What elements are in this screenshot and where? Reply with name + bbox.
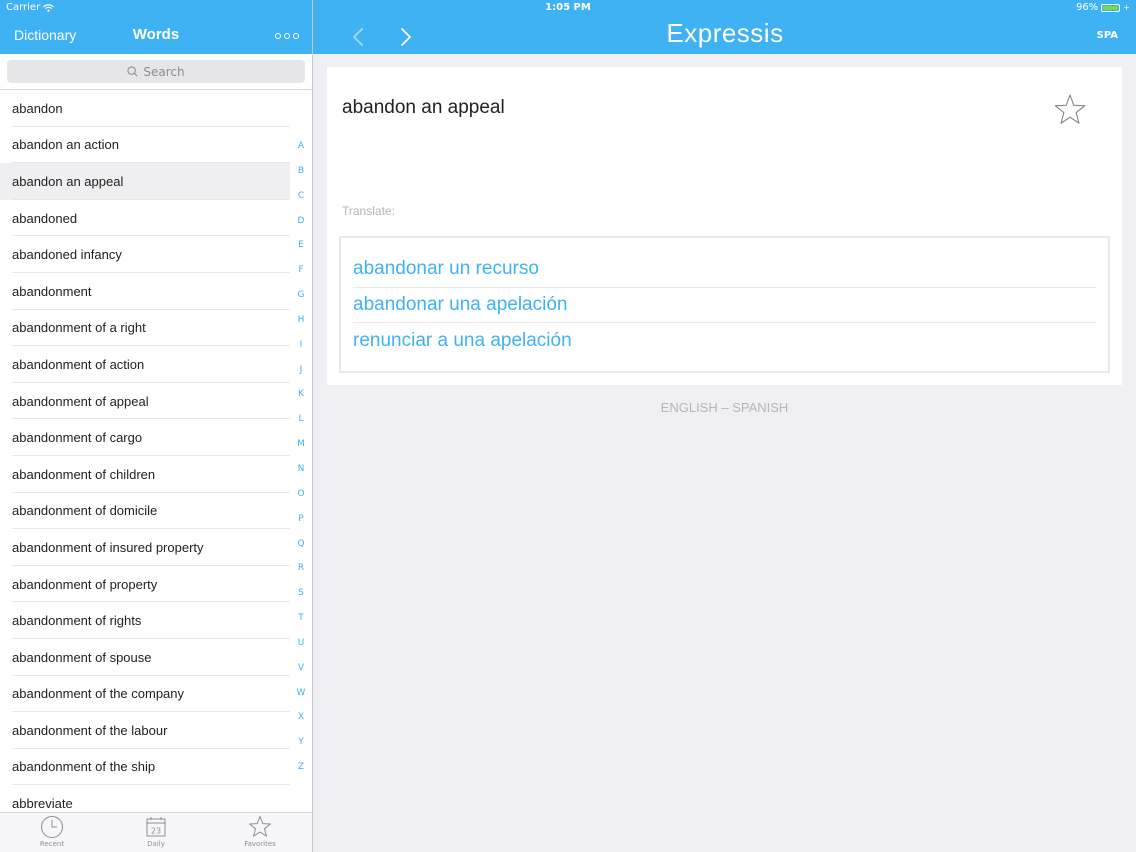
word-list-item[interactable]: abandonment: [0, 273, 290, 310]
word-list-item[interactable]: abandonment of rights: [0, 602, 290, 639]
word-list-item[interactable]: abandon an appeal: [0, 163, 290, 200]
favorite-star-icon[interactable]: [1053, 93, 1087, 127]
more-button[interactable]: [275, 28, 301, 44]
alphabet-index[interactable]: ABCDEFGHIJKLMNOPQRSTUVWXYZ: [292, 134, 310, 780]
alphabet-index-letter[interactable]: L: [292, 407, 310, 432]
tab-daily[interactable]: 23 Daily: [116, 813, 196, 852]
word-list-item[interactable]: abandonment of the ship: [0, 749, 290, 786]
search-placeholder: Search: [143, 64, 185, 79]
detail-card: abandon an appeal Translate: abandonar u…: [327, 67, 1122, 385]
dictionary-button[interactable]: Dictionary: [14, 27, 76, 43]
alphabet-index-letter[interactable]: H: [292, 308, 310, 333]
navigation-bar: Carrier 1:05 PM 96% + Dictionary Words E…: [0, 0, 1136, 54]
alphabet-index-letter[interactable]: K: [292, 382, 310, 407]
more-dot-icon: [284, 33, 290, 39]
battery-percent: 96%: [1076, 2, 1099, 13]
alphabet-index-letter[interactable]: E: [292, 233, 310, 258]
word-list-item[interactable]: abandonment of action: [0, 346, 290, 383]
alphabet-index-letter[interactable]: V: [292, 656, 310, 681]
word-list-item[interactable]: abandonment of property: [0, 566, 290, 603]
alphabet-index-letter[interactable]: G: [292, 283, 310, 308]
status-time: 1:05 PM: [545, 2, 591, 13]
word-list-panel: Search abandon abandon an action abandon a…: [0, 54, 312, 852]
star-icon: [249, 816, 271, 837]
carrier-label: Carrier: [6, 2, 41, 13]
language-button[interactable]: SPA: [1097, 30, 1118, 41]
word-list-item[interactable]: abandonment of insured property: [0, 529, 290, 566]
alphabet-index-letter[interactable]: X: [292, 705, 310, 730]
alphabet-index-letter[interactable]: C: [292, 184, 310, 209]
alphabet-index-letter[interactable]: Q: [292, 532, 310, 557]
word-list-item[interactable]: abandonment of cargo: [0, 419, 290, 456]
word-list-item[interactable]: abandoned: [0, 200, 290, 237]
tab-label: Daily: [147, 840, 165, 848]
word-list-item[interactable]: abandonment of spouse: [0, 639, 290, 676]
wifi-icon: [43, 3, 55, 12]
search-bar: Search: [0, 54, 312, 90]
calendar-day: 23: [151, 827, 161, 836]
calendar-icon: 23: [146, 817, 166, 837]
battery-icon: [1101, 3, 1121, 12]
alphabet-index-letter[interactable]: I: [292, 333, 310, 358]
alphabet-index-letter[interactable]: A: [292, 134, 310, 159]
translation-item[interactable]: abandonar una apelación: [353, 288, 1096, 324]
translation-item[interactable]: abandonar un recurso: [353, 252, 1096, 288]
tab-label: Favorites: [244, 840, 276, 848]
language-pair-label: ENGLISH – SPANISH: [660, 400, 789, 415]
word-list-item[interactable]: abandoned infancy: [0, 236, 290, 273]
alphabet-index-letter[interactable]: O: [292, 482, 310, 507]
status-battery: 96% +: [1076, 2, 1130, 13]
alphabet-index-letter[interactable]: W: [292, 681, 310, 706]
translation-item[interactable]: renunciar a una apelación: [353, 323, 1096, 359]
phrase-title: abandon an appeal: [342, 97, 505, 118]
word-list-item[interactable]: abandon an action: [0, 127, 290, 164]
word-list: abandon abandon an action abandon an appea…: [0, 90, 290, 822]
word-list-item[interactable]: abandonment of children: [0, 456, 290, 493]
search-input[interactable]: Search: [7, 60, 305, 83]
charging-icon: +: [1123, 3, 1130, 12]
alphabet-index-letter[interactable]: J: [292, 358, 310, 383]
word-list-item[interactable]: abandonment of appeal: [0, 383, 290, 420]
tab-favorites[interactable]: Favorites: [220, 813, 300, 852]
search-icon: [127, 66, 138, 77]
alphabet-index-letter[interactable]: N: [292, 457, 310, 482]
alphabet-index-letter[interactable]: B: [292, 159, 310, 184]
alphabet-index-letter[interactable]: M: [292, 432, 310, 457]
translations-box: abandonar un recurso abandonar una apelac…: [339, 236, 1110, 373]
alphabet-index-letter[interactable]: D: [292, 209, 310, 234]
forward-arrow-icon[interactable]: [396, 26, 416, 48]
more-dot-icon: [275, 33, 281, 39]
tab-bar: Recent 23 Daily Favorites: [0, 812, 312, 852]
alphabet-index-letter[interactable]: U: [292, 631, 310, 656]
word-list-item[interactable]: abandonment of the company: [0, 676, 290, 713]
alphabet-index-letter[interactable]: Y: [292, 730, 310, 755]
back-arrow-icon[interactable]: [349, 26, 369, 48]
status-carrier: Carrier: [6, 2, 55, 13]
alphabet-index-letter[interactable]: T: [292, 606, 310, 631]
translate-label: Translate:: [342, 204, 395, 218]
clock-icon: [41, 816, 63, 838]
alphabet-index-letter[interactable]: S: [292, 581, 310, 606]
more-dot-icon: [293, 33, 299, 39]
word-list-item[interactable]: abandonment of domicile: [0, 493, 290, 530]
app-title: Expressis: [666, 18, 784, 48]
alphabet-index-letter[interactable]: P: [292, 507, 310, 532]
alphabet-index-letter[interactable]: F: [292, 258, 310, 283]
alphabet-index-letter[interactable]: R: [292, 556, 310, 581]
alphabet-index-letter[interactable]: Z: [292, 755, 310, 780]
word-list-item[interactable]: abandon: [0, 90, 290, 127]
tab-recent[interactable]: Recent: [12, 813, 92, 852]
word-list-item[interactable]: abandonment of the labour: [0, 712, 290, 749]
tab-label: Recent: [39, 840, 65, 848]
split-divider: [312, 0, 313, 852]
word-list-item[interactable]: abandonment of a right: [0, 310, 290, 347]
